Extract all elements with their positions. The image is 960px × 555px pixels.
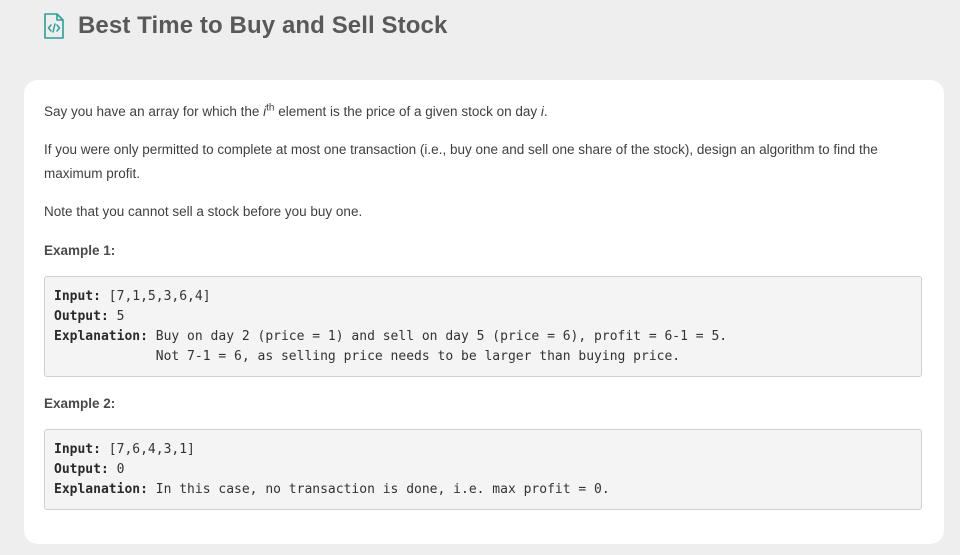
description-paragraph-1: Say you have an array for which the ith … <box>44 102 548 119</box>
description-paragraph-2: If you were only permitted to complete a… <box>44 142 878 181</box>
code-file-icon <box>42 12 66 40</box>
example-1-explanation-line: Explanation: Buy on day 2 (price = 1) an… <box>54 329 728 344</box>
example-2-input-line: Input: [7,6,4,3,1] <box>54 442 195 457</box>
problem-page: Best Time to Buy and Sell Stock Say you … <box>0 0 960 555</box>
example-1-input-line: Input: [7,1,5,3,6,4] <box>54 289 211 304</box>
example-1-code-block: Input: [7,1,5,3,6,4] Output: 5 Explanati… <box>44 276 922 377</box>
page-title: Best Time to Buy and Sell Stock <box>78 12 448 39</box>
example-1-heading: Example 1: <box>44 243 116 258</box>
example-1-output-line: Output: 5 <box>54 309 125 324</box>
example-2-code-block: Input: [7,6,4,3,1] Output: 0 Explanation… <box>44 429 922 510</box>
title-bar: Best Time to Buy and Sell Stock <box>42 10 447 42</box>
example-2-heading: Example 2: <box>44 396 116 411</box>
description-paragraph-3: Note that you cannot sell a stock before… <box>44 204 363 219</box>
example-2-explanation-line: Explanation: In this case, no transactio… <box>54 482 610 497</box>
example-2-output-line: Output: 0 <box>54 462 125 477</box>
example-1-explanation-continuation: Not 7-1 = 6, as selling price needs to b… <box>54 349 681 364</box>
problem-card: Say you have an array for which the ith … <box>24 80 944 544</box>
